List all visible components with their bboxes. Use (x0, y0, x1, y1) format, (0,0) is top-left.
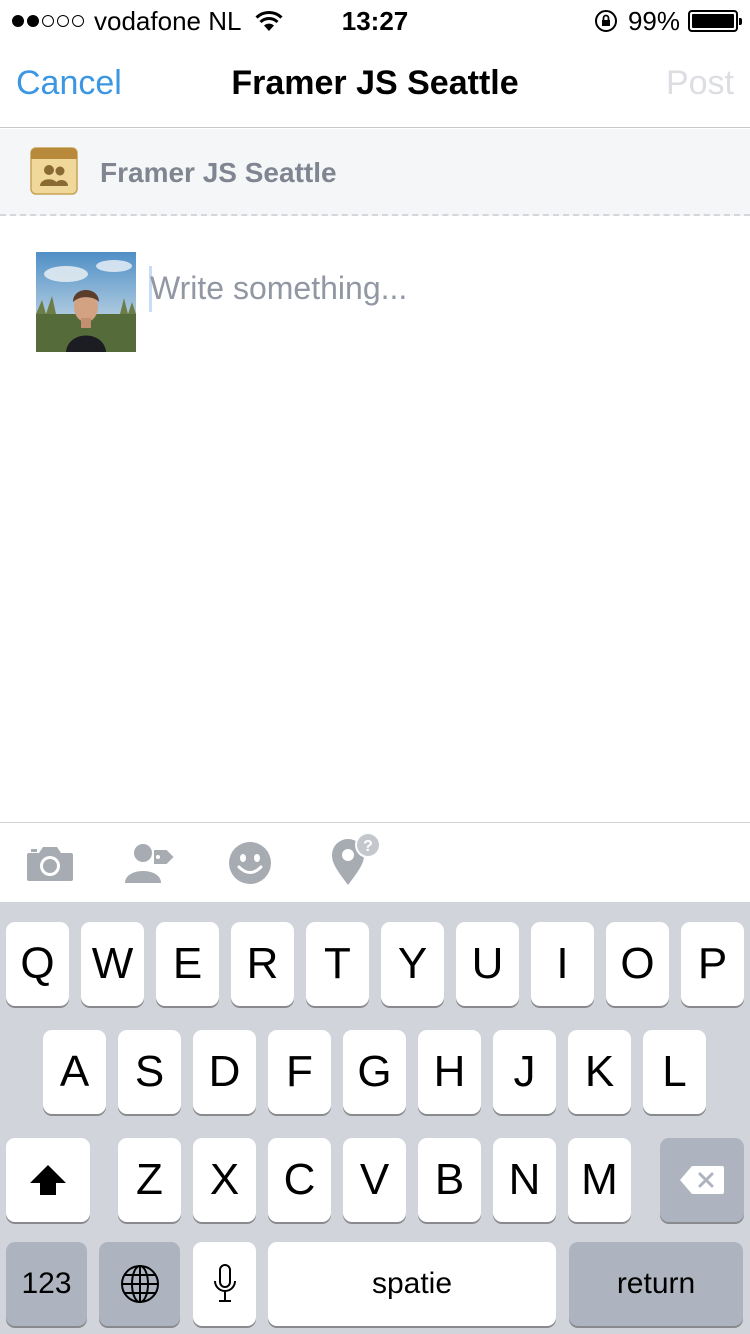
key-t[interactable]: T (306, 922, 369, 1006)
key-c[interactable]: C (268, 1138, 331, 1222)
key-b[interactable]: B (418, 1138, 481, 1222)
cancel-button[interactable]: Cancel (16, 64, 122, 103)
key-w[interactable]: W (81, 922, 144, 1006)
key-p[interactable]: P (681, 922, 744, 1006)
key-d[interactable]: D (193, 1030, 256, 1114)
key-f[interactable]: F (268, 1030, 331, 1114)
key-q[interactable]: Q (6, 922, 69, 1006)
rotation-lock-icon (594, 10, 617, 32)
key-r[interactable]: R (231, 922, 294, 1006)
key-i[interactable]: I (531, 922, 594, 1006)
numbers-key[interactable]: 123 (6, 1242, 87, 1326)
key-a[interactable]: A (43, 1030, 106, 1114)
avatar (36, 252, 136, 352)
backspace-key[interactable] (660, 1138, 744, 1222)
battery-icon (688, 10, 742, 32)
dictation-key[interactable] (193, 1242, 256, 1326)
group-name: Framer JS Seattle (100, 157, 337, 188)
return-key[interactable]: return (569, 1242, 743, 1326)
profile-photo (36, 252, 136, 352)
key-s[interactable]: S (118, 1030, 181, 1114)
key-m[interactable]: M (568, 1138, 631, 1222)
status-right: 99% (594, 5, 742, 36)
backspace-icon (680, 1166, 724, 1194)
nav-bar: Cancel Framer JS Seattle Post (0, 40, 750, 128)
globe-icon (120, 1265, 159, 1303)
key-g[interactable]: G (343, 1030, 406, 1114)
keyboard: Q W E R T Y U I O P A S D F G H J K L Z … (0, 902, 750, 1334)
key-e[interactable]: E (156, 922, 219, 1006)
key-z[interactable]: Z (118, 1138, 181, 1222)
key-n[interactable]: N (493, 1138, 556, 1222)
key-v[interactable]: V (343, 1138, 406, 1222)
tag-people-icon[interactable] (122, 837, 178, 889)
battery-percentage: 99% (627, 5, 680, 36)
key-x[interactable]: X (193, 1138, 256, 1222)
post-button[interactable]: Post (666, 64, 734, 103)
svg-text:?: ? (363, 838, 373, 855)
key-o[interactable]: O (606, 922, 669, 1006)
key-j[interactable]: J (493, 1030, 556, 1114)
key-y[interactable]: Y (381, 922, 444, 1006)
status-bar: vodafone NL 13:27 99% (0, 0, 750, 40)
post-text-input[interactable]: Write something... (150, 270, 407, 307)
shift-key[interactable] (6, 1138, 90, 1222)
key-l[interactable]: L (643, 1030, 706, 1114)
space-key[interactable]: spatie (268, 1242, 556, 1326)
camera-icon[interactable] (22, 837, 78, 889)
shift-icon (30, 1165, 66, 1195)
group-icon (30, 147, 78, 195)
key-h[interactable]: H (418, 1030, 481, 1114)
location-icon[interactable]: ? (326, 832, 382, 885)
emoji-icon[interactable] (222, 837, 278, 889)
key-u[interactable]: U (456, 922, 519, 1006)
key-k[interactable]: K (568, 1030, 631, 1114)
audience-selector[interactable]: Framer JS Seattle (0, 129, 750, 216)
microphone-icon (213, 1264, 236, 1302)
globe-key[interactable] (99, 1242, 180, 1326)
attachment-toolbar: ? (0, 822, 750, 902)
